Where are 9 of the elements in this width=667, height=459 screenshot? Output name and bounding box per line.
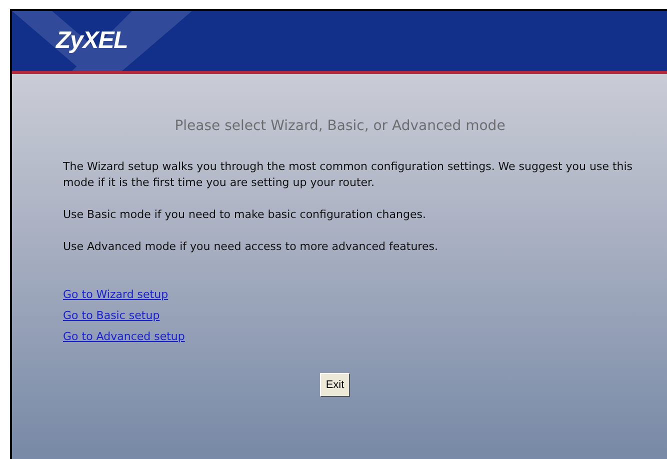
exit-button[interactable]: Exit [320,373,350,397]
description-text: The Wizard setup walks you through the most common configuration settings. We suggest you use this mode if it is the first time you are setting up your router. [63,159,633,191]
setup-link[interactable]: Go to Basic setup [63,308,160,324]
setup-link[interactable]: Go to Advanced setup [63,329,185,345]
logo: ZyXEL [56,26,128,56]
setup-link[interactable]: Go to Wizard setup [63,287,168,303]
description-text: Use Advanced mode if you need access to more advanced features. [63,239,439,255]
page-heading: Please select Wizard, Basic, or Advanced mode [174,117,506,136]
description-text: Use Basic mode if you need to make basic configuration changes. [63,207,427,223]
